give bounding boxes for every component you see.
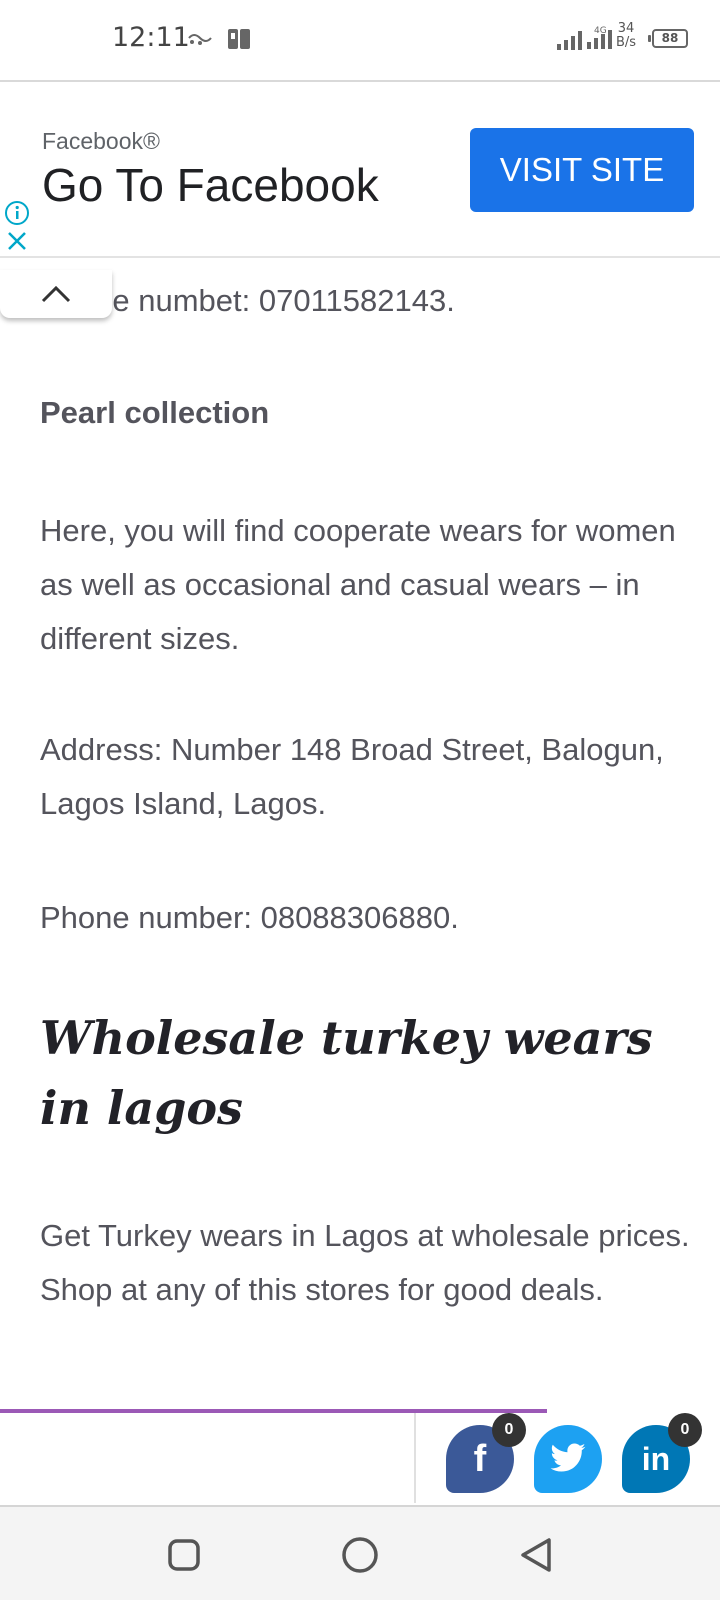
share-twitter-button[interactable] [534,1425,602,1493]
store-address: Address: Number 148 Broad Street, Balogu… [40,732,664,821]
section-intro: Get Turkey wears in Lagos at wholesale p… [40,1218,690,1307]
notification-app-icon [188,34,212,45]
linkedin-share-count: 0 [668,1413,702,1447]
info-icon[interactable] [4,200,30,226]
linkedin-icon: in [641,1440,671,1477]
section-heading: Wholesale turkey wears in lagos [40,1011,653,1135]
system-navigation-bar [0,1505,720,1600]
ad-headline[interactable]: Go To Facebook [42,158,379,212]
facebook-share-count: 0 [492,1413,526,1447]
signal-icon [557,31,582,50]
signal-4g-icon: 4G [587,26,612,49]
network-speed-value: 34 [617,21,635,36]
network-speed: 34 B/s [616,22,636,50]
square-icon [168,1539,200,1571]
collapse-ad-button[interactable] [0,270,112,318]
status-bar: 12:11 4G 34 B/s 88 [0,0,720,80]
battery-icon: 88 [648,29,688,48]
network-speed-unit: B/s [616,35,637,50]
share-bar: f 0 in 0 [0,1413,720,1505]
facebook-icon: f [473,1437,487,1480]
visit-site-button[interactable]: VISIT SITE [470,128,694,212]
clock: 12:11 [112,22,190,53]
twitter-icon [550,1443,586,1472]
recents-button[interactable] [164,1535,204,1575]
back-button[interactable] [516,1535,556,1575]
home-button[interactable] [340,1535,380,1575]
previous-store-phone: Phone numbet: 07011582143. [40,283,455,318]
ad-banner[interactable]: Facebook® Go To Facebook VISIT SITE [0,80,720,258]
triangle-back-icon [521,1538,551,1572]
store-description: Here, you will find cooperate wears for … [40,513,676,656]
notification-document-icon [228,29,250,49]
store-phone: Phone number: 08088306880. [40,900,459,935]
store-name: Pearl collection [40,395,270,430]
share-divider [414,1413,416,1503]
share-facebook-button[interactable]: f 0 [446,1413,526,1493]
close-icon[interactable] [6,230,28,252]
chevron-up-icon [41,285,71,303]
share-linkedin-button[interactable]: in 0 [622,1413,702,1493]
circle-icon [342,1537,378,1573]
ad-advertiser: Facebook® [42,128,160,154]
